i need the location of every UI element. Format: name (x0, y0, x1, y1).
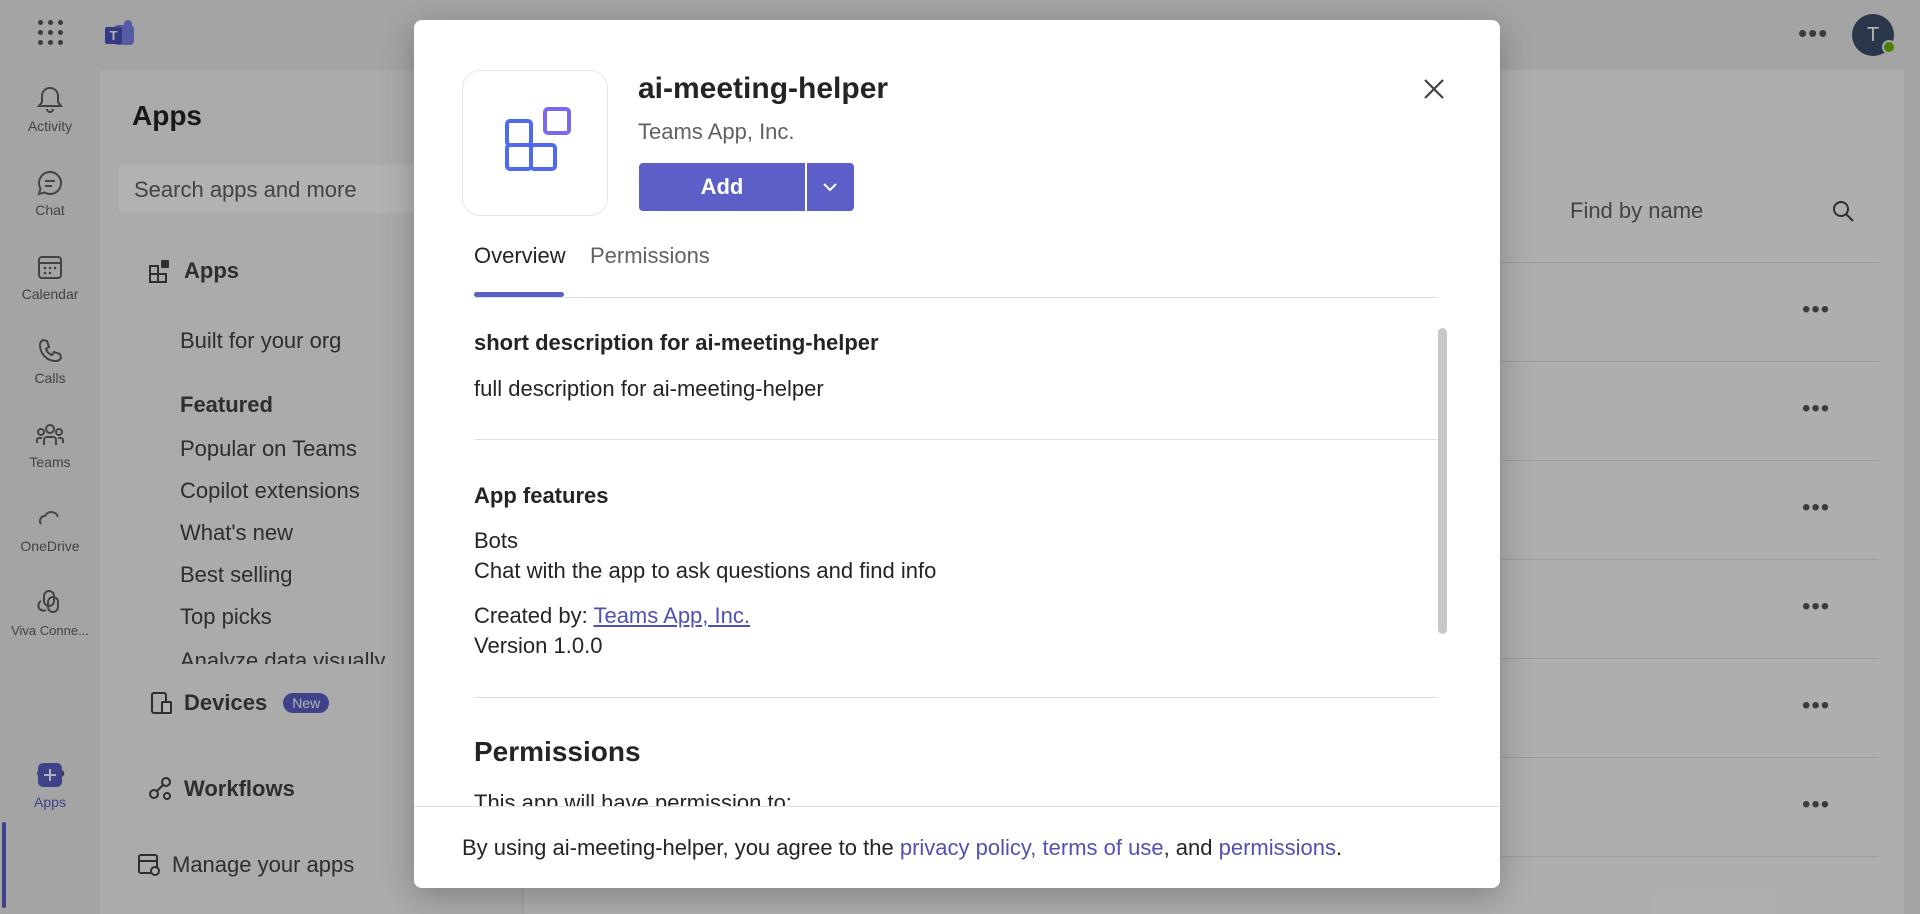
dialog-footer: By using ai-meeting-helper, you agree to… (414, 806, 1500, 888)
close-icon[interactable] (1419, 74, 1449, 104)
version-text: Version 1.0.0 (474, 633, 603, 658)
terms-of-use-link[interactable]: terms of use (1043, 835, 1164, 860)
and-text: , and (1163, 835, 1213, 860)
add-button[interactable]: Add (639, 163, 805, 211)
permissions-link[interactable]: permissions (1219, 835, 1336, 860)
full-description: full description for ai-meeting-helper (474, 376, 824, 401)
app-publisher: Teams App, Inc. (638, 119, 795, 144)
tab-permissions[interactable]: Permissions (590, 243, 710, 269)
app-logo (462, 70, 608, 216)
tab-divider (474, 297, 1438, 298)
created-by-label: Created by: (474, 603, 588, 628)
app-name: ai-meeting-helper (638, 72, 889, 105)
comma: , (1030, 835, 1037, 860)
short-description: short description for ai-meeting-helper (474, 330, 879, 355)
divider (474, 697, 1438, 698)
divider (474, 439, 1438, 440)
add-options-dropdown[interactable] (807, 163, 854, 211)
terms-prefix: By using ai-meeting-helper, you agree to… (462, 835, 894, 860)
app-logo-icon (505, 107, 571, 171)
privacy-policy-link[interactable]: privacy policy (900, 835, 1030, 860)
created-by: Created by: Teams App, Inc. (474, 603, 750, 629)
tab-overview[interactable]: Overview (474, 243, 566, 269)
feature-description: Chat with the app to ask questions and f… (474, 558, 937, 583)
scrollbar[interactable] (1438, 328, 1447, 634)
app-details-dialog: ai-meeting-helper Teams App, Inc. Add Ov… (414, 20, 1500, 888)
terms-notice: By using ai-meeting-helper, you agree to… (462, 835, 1342, 861)
permissions-heading: Permissions (474, 736, 641, 767)
period: . (1336, 835, 1343, 860)
feature-name: Bots (474, 528, 519, 553)
publisher-link[interactable]: Teams App, Inc. (593, 603, 750, 628)
chevron-down-icon (823, 183, 837, 192)
features-heading: App features (474, 483, 609, 508)
